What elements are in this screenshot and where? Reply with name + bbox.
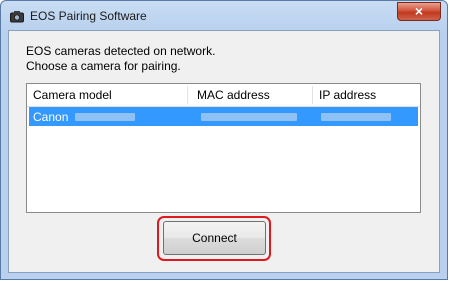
connect-button[interactable]: Connect: [163, 221, 266, 255]
camera-model-cell: Canon: [33, 110, 69, 124]
close-icon: ×: [414, 3, 424, 19]
column-header-ip-address[interactable]: IP address: [319, 88, 376, 102]
list-header: Camera model MAC address IP address: [27, 84, 420, 107]
column-header-camera-model[interactable]: Camera model: [33, 88, 112, 102]
column-divider[interactable]: [312, 86, 313, 104]
redacted-ip-address: [321, 113, 391, 121]
message-line-2: Choose a camera for pairing.: [26, 59, 181, 73]
close-button[interactable]: ×: [397, 2, 441, 21]
dialog-body: EOS cameras detected on network. Choose …: [8, 30, 440, 273]
column-header-mac-address[interactable]: MAC address: [197, 88, 270, 102]
message-line-1: EOS cameras detected on network.: [26, 44, 216, 58]
column-divider[interactable]: [187, 86, 188, 104]
camera-list[interactable]: Camera model MAC address IP address Cano…: [26, 83, 421, 213]
window-title: EOS Pairing Software: [30, 9, 147, 23]
pairing-window: EOS Pairing Software × EOS cameras detec…: [0, 0, 448, 280]
redacted-model-name: [75, 113, 135, 121]
title-bar[interactable]: EOS Pairing Software ×: [1, 1, 447, 31]
app-icon: [10, 11, 24, 23]
table-row[interactable]: Canon: [29, 107, 418, 126]
redacted-mac-address: [201, 113, 297, 121]
